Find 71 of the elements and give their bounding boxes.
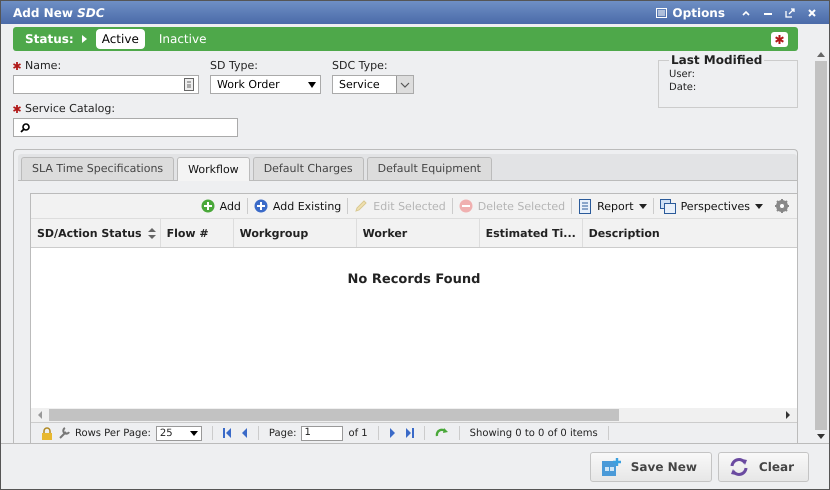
padlock-icon[interactable]	[41, 426, 53, 440]
caret-icon	[755, 204, 763, 208]
notebook-icon	[578, 198, 592, 214]
report-button[interactable]: Report	[575, 198, 650, 214]
chevron-icon	[400, 82, 410, 88]
column-header[interactable]: Description	[582, 219, 799, 247]
required-badge	[771, 32, 788, 46]
tab[interactable]: SLA Time Specifications	[21, 157, 174, 180]
scroll-left-icon[interactable]	[37, 411, 43, 419]
field-label: SD Type:	[210, 59, 259, 72]
refresh-icon[interactable]	[434, 427, 449, 439]
status-label: Status:	[25, 32, 74, 46]
column-header[interactable]: Flow #	[160, 219, 234, 247]
service-catalog-field[interactable]	[13, 118, 238, 137]
rows-per-page-dropdown[interactable]: 25	[156, 426, 202, 440]
page-count-label: of 1	[348, 428, 368, 438]
page-field[interactable]: 1	[301, 426, 344, 440]
scroll-right-icon[interactable]	[785, 411, 791, 419]
column-header[interactable]: Estimated Ti...	[480, 219, 583, 247]
date-label: Date:	[669, 82, 698, 93]
plus-circle-icon	[200, 199, 215, 213]
sdc-type-dropdown[interactable]: Service	[332, 75, 414, 94]
name-field[interactable]	[13, 75, 199, 94]
search-icon	[20, 122, 30, 132]
field-label: Name:	[13, 59, 199, 72]
plus-circle-icon	[254, 199, 268, 213]
tab[interactable]: Default Equipment	[366, 157, 492, 180]
paging-summary: Showing 0 to 0 of 0 items	[470, 428, 598, 438]
add-existing-button[interactable]: Add Existing	[250, 199, 344, 213]
wrench-icon[interactable]	[58, 427, 70, 439]
column-header[interactable]: Worker	[356, 219, 480, 247]
sort-icon	[148, 228, 156, 238]
caret-icon	[308, 82, 316, 88]
contact-card-icon	[184, 78, 194, 91]
close-icon[interactable]	[807, 8, 817, 18]
sd-type-dropdown[interactable]: Work Order	[210, 75, 321, 94]
minus-circle-icon	[458, 199, 473, 213]
column-header[interactable]: Workgroup	[234, 219, 357, 247]
pencil-icon	[354, 199, 368, 213]
field-label: SDC Type:	[332, 59, 389, 72]
save-button[interactable]: Save New	[590, 452, 712, 482]
add-button[interactable]: Add	[198, 199, 244, 213]
horizontal-scrollbar[interactable]	[31, 408, 797, 422]
refresh-icon	[728, 456, 749, 476]
page-label: Page:	[268, 428, 296, 438]
triangle-icon	[82, 35, 88, 43]
scroll-down-icon[interactable]	[816, 434, 824, 439]
empty-message: No Records Found	[348, 272, 480, 288]
scroll-up-icon[interactable]	[816, 52, 824, 57]
dropdown-button[interactable]	[396, 76, 413, 93]
rows-per-page-label: Rows Per Page:	[75, 428, 151, 438]
tab[interactable]: Default Charges	[252, 157, 364, 180]
field-label: Service Catalog:	[13, 102, 414, 115]
perspectives-button[interactable]: Perspectives	[656, 198, 766, 214]
settings-icon[interactable]	[775, 199, 789, 213]
panel-title: Last Modified	[669, 53, 764, 67]
tab[interactable]: Workflow	[177, 157, 250, 181]
user-label: User:	[669, 69, 696, 80]
next-page-icon[interactable]	[388, 428, 397, 438]
caret-icon	[190, 430, 198, 436]
options-button[interactable]: Options	[656, 6, 725, 20]
column-header[interactable]: SD/Action Status	[31, 219, 161, 247]
windows-icon	[660, 198, 676, 214]
clear-button[interactable]: Clear	[718, 452, 809, 482]
add-document-icon	[600, 456, 621, 476]
list-icon	[656, 8, 668, 18]
caret-icon	[638, 204, 647, 208]
popout-icon[interactable]	[785, 8, 795, 18]
previous-page-icon[interactable]	[240, 428, 248, 438]
status-option[interactable]: Active	[96, 29, 145, 49]
window-title: Add New SDC	[13, 6, 105, 20]
